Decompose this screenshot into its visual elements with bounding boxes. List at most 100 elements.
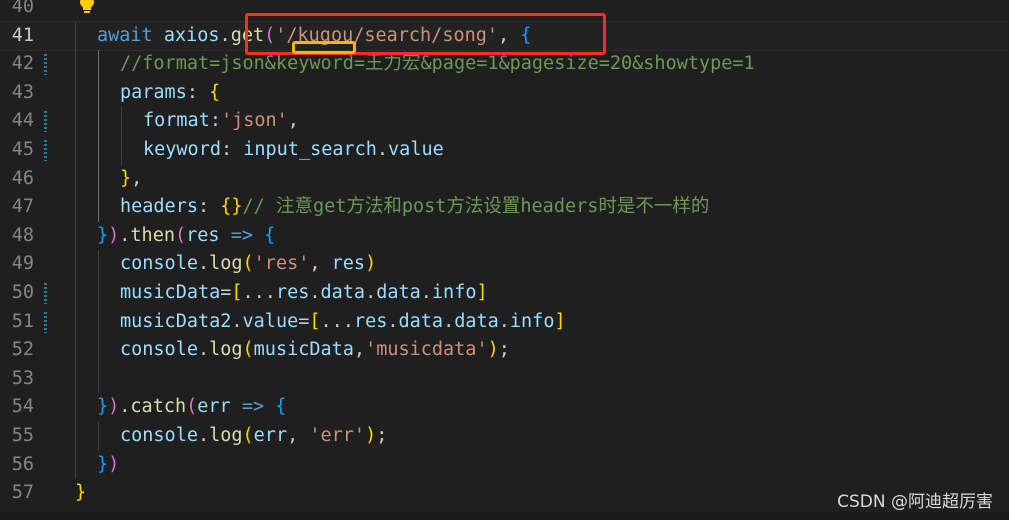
code-token: : bbox=[209, 110, 221, 132]
code-token: format bbox=[143, 110, 210, 132]
indent-guide bbox=[98, 364, 99, 394]
code-line[interactable]: 43 params: { bbox=[0, 78, 1009, 108]
code-token: , bbox=[287, 425, 310, 446]
line-number: 50 bbox=[11, 282, 34, 303]
code-token: { bbox=[264, 224, 276, 246]
code-token: ... bbox=[242, 282, 276, 303]
code-line[interactable]: 56}) bbox=[0, 450, 1009, 480]
code-token: . bbox=[498, 310, 510, 332]
code-token: 'res' bbox=[253, 253, 310, 275]
indent-guide bbox=[75, 336, 76, 365]
code-line[interactable]: 44 format:'json', bbox=[0, 107, 1009, 136]
indent-guide bbox=[75, 221, 76, 251]
code-token: = bbox=[298, 310, 310, 332]
line-number: 43 bbox=[11, 81, 34, 103]
indent-guide bbox=[75, 164, 76, 194]
code-token: . bbox=[387, 310, 399, 332]
code-token: value bbox=[242, 310, 299, 332]
git-change-marker[interactable] bbox=[44, 54, 47, 76]
indent-guide bbox=[98, 50, 99, 79]
code-text: } bbox=[75, 479, 86, 508]
code-token: [ bbox=[231, 282, 243, 303]
code-token: . bbox=[231, 310, 243, 332]
code-token: ( bbox=[242, 425, 254, 446]
code-line[interactable]: 50 musicData=[...res.data.data.info] bbox=[0, 279, 1009, 308]
code-line[interactable]: 46}, bbox=[0, 164, 1009, 194]
code-token: ) bbox=[487, 339, 499, 361]
code-token: catch bbox=[130, 396, 187, 418]
code-token: info bbox=[431, 282, 477, 303]
code-token: . bbox=[420, 282, 432, 303]
code-token: ... bbox=[320, 310, 354, 332]
indent-guide bbox=[121, 107, 122, 136]
line-number: 41 bbox=[11, 24, 34, 46]
code-token: log bbox=[209, 425, 243, 446]
code-text: params: { bbox=[120, 79, 220, 108]
watermark: CSDN @阿迪超厉害 bbox=[837, 492, 993, 512]
indent-guide bbox=[98, 250, 99, 279]
code-text: headers: {}// 注意get方法和post方法设置headers时是不… bbox=[120, 193, 709, 222]
code-token: } bbox=[97, 396, 109, 418]
code-token: musicData bbox=[253, 339, 354, 361]
code-token: . bbox=[309, 282, 321, 303]
code-text: }) bbox=[97, 451, 119, 480]
indent-guide bbox=[75, 450, 76, 480]
code-token: input_search bbox=[243, 139, 377, 160]
git-change-marker[interactable] bbox=[44, 283, 47, 304]
indent-guide bbox=[98, 336, 99, 365]
code-token: , bbox=[131, 167, 143, 189]
code-line[interactable]: 55 console.log(err, 'err'); bbox=[0, 422, 1009, 451]
line-number: 42 bbox=[11, 53, 34, 75]
code-line[interactable]: 53 bbox=[0, 364, 1009, 394]
code-token: = bbox=[220, 282, 232, 303]
code-text: console.log(musicData,'musicdata'); bbox=[120, 336, 510, 365]
code-token: ( bbox=[174, 224, 187, 246]
code-token: 'err' bbox=[309, 425, 366, 446]
indent-guide bbox=[98, 307, 99, 337]
yellow-highlight-box bbox=[292, 41, 356, 54]
code-line[interactable]: 52 console.log(musicData,'musicdata'); bbox=[0, 336, 1009, 365]
code-token: : bbox=[197, 196, 221, 218]
code-token: then bbox=[130, 224, 175, 246]
code-token: { bbox=[209, 81, 221, 103]
code-line[interactable]: 45 keyword: input_search.value bbox=[0, 136, 1009, 165]
code-line[interactable]: 47 headers: {}// 注意get方法和post方法设置headers时… bbox=[0, 193, 1009, 222]
indent-guide bbox=[75, 364, 76, 394]
code-text: format:'json', bbox=[143, 107, 299, 136]
git-change-marker[interactable] bbox=[44, 111, 47, 133]
code-line[interactable]: 49 console.log('res', res) bbox=[0, 250, 1009, 279]
code-line[interactable]: 54}).catch(err => { bbox=[0, 393, 1009, 422]
indent-guide bbox=[75, 50, 76, 79]
code-token: ) bbox=[108, 453, 120, 475]
lightbulb-icon[interactable] bbox=[79, 0, 95, 14]
line-number: 52 bbox=[11, 339, 34, 361]
line-number: 51 bbox=[11, 310, 34, 332]
code-token: ( bbox=[242, 339, 254, 361]
line-number: 57 bbox=[11, 482, 34, 504]
indent-guide bbox=[98, 107, 99, 136]
code-text: }, bbox=[120, 165, 142, 194]
indent-guide bbox=[98, 136, 99, 165]
code-token: res bbox=[275, 282, 310, 303]
code-token: } bbox=[120, 167, 132, 189]
line-number: 45 bbox=[11, 139, 34, 160]
code-token: } bbox=[75, 482, 87, 504]
git-change-marker[interactable] bbox=[44, 311, 47, 333]
code-token: { bbox=[275, 396, 287, 418]
code-token: ) bbox=[365, 253, 377, 275]
code-line[interactable]: 48}).then(res => { bbox=[0, 221, 1009, 251]
code-token: : bbox=[220, 139, 244, 160]
code-text: keyword: input_search.value bbox=[143, 136, 444, 165]
code-token: axios bbox=[163, 24, 220, 46]
code-token: . bbox=[197, 253, 210, 275]
code-token: ; bbox=[498, 339, 510, 361]
code-token: ( bbox=[186, 396, 198, 418]
code-token: keyword bbox=[143, 139, 221, 160]
code-line[interactable]: 51 musicData2.value=[...res.data.data.inf… bbox=[0, 307, 1009, 337]
code-token: , bbox=[353, 339, 366, 361]
git-change-marker[interactable] bbox=[44, 140, 47, 161]
code-editor[interactable]: 40 41 await axios.get('/kugou/search/song'… bbox=[0, 0, 1009, 520]
code-token: ] bbox=[554, 310, 566, 332]
indent-guide bbox=[98, 78, 99, 108]
